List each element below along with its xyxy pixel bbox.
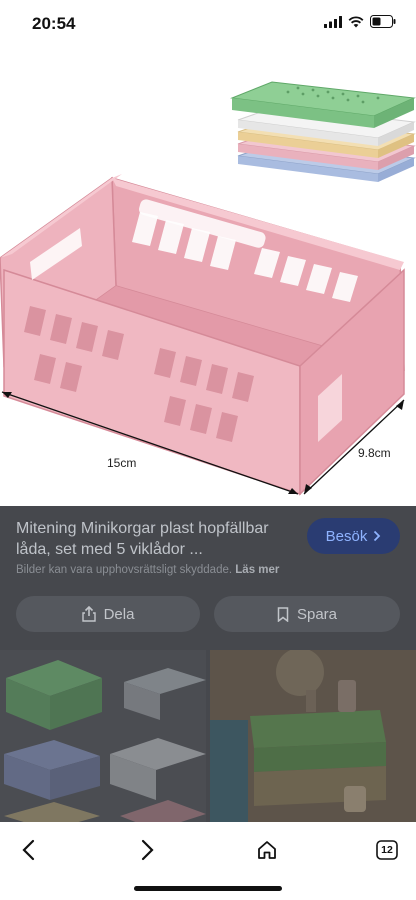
- status-time: 20:54: [32, 14, 76, 33]
- forward-icon: [141, 839, 154, 861]
- result-panel: Mitening Minikorgar plast hopfällbar låd…: [0, 506, 416, 822]
- battery-icon: [370, 15, 396, 28]
- learn-more-link[interactable]: Läs mer: [235, 564, 279, 576]
- product-image[interactable]: 15cm 9.8cm: [0, 48, 416, 506]
- related-images: [0, 648, 416, 822]
- bookmark-icon: [277, 606, 289, 622]
- home-button[interactable]: [249, 832, 285, 868]
- share-button[interactable]: Dela: [16, 596, 200, 632]
- home-indicator: [134, 886, 282, 891]
- tabs-button[interactable]: 12: [369, 832, 405, 868]
- back-icon: [22, 839, 35, 861]
- related-image-grid-left[interactable]: [0, 650, 206, 822]
- copyright-notice: Bilder kan vara upphovsrättsligt skyddad…: [16, 564, 279, 576]
- pink-crate-image: [0, 174, 405, 496]
- crate-thumbnail-image: [4, 660, 206, 822]
- status-bar: 20:54: [0, 0, 416, 48]
- tab-count: 12: [381, 844, 393, 856]
- visit-button[interactable]: Besök: [307, 518, 400, 554]
- room-photo-image: [210, 648, 416, 822]
- forward-button[interactable]: [130, 832, 166, 868]
- related-image-photo[interactable]: [210, 648, 416, 822]
- share-icon: [81, 606, 96, 622]
- share-label: Dela: [103, 605, 135, 623]
- status-icons: [324, 15, 396, 28]
- wifi-icon: [348, 15, 364, 27]
- home-icon: [258, 841, 276, 859]
- dimension-width-label: 15cm: [107, 456, 137, 470]
- browser-toolbar: 12: [0, 822, 416, 900]
- visit-label: Besök: [325, 527, 368, 545]
- chevron-right-icon: [374, 530, 381, 542]
- save-button[interactable]: Spara: [214, 596, 400, 632]
- signal-icon: [324, 15, 342, 28]
- back-button[interactable]: [10, 832, 46, 868]
- dimension-height-label: 9.8cm: [358, 446, 391, 460]
- save-label: Spara: [296, 605, 338, 623]
- copyright-text: Bilder kan vara upphovsrättsligt skyddad…: [16, 564, 233, 576]
- result-title[interactable]: Mitening Minikorgar plast hopfällbar låd…: [16, 518, 296, 560]
